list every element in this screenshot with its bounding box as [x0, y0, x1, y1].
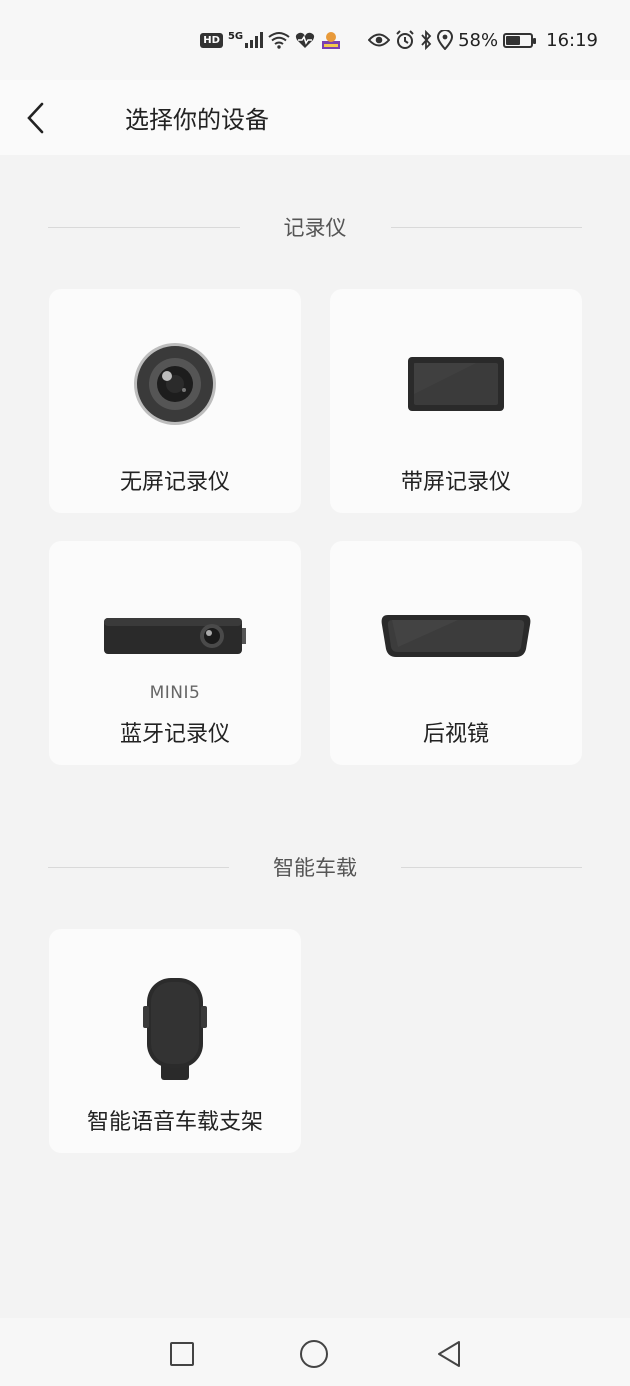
section-header-smart-car: 智能车载 — [48, 852, 582, 882]
device-card-voice-phone-mount[interactable]: 智能语音车载支架 — [49, 929, 301, 1153]
app-header: 选择你的设备 — [0, 80, 630, 155]
battery-icon — [503, 32, 537, 48]
recent-apps-button[interactable] — [166, 1338, 198, 1370]
chevron-left-icon — [27, 102, 44, 134]
device-card-bluetooth-recorder[interactable]: MINI5 蓝牙记录仪 — [49, 541, 301, 765]
device-label: 带屏记录仪 — [400, 470, 511, 495]
hd-icon: HD — [200, 32, 223, 48]
alarm-icon — [396, 30, 414, 49]
signal-5g-icon: 5G — [228, 32, 264, 48]
divider-line — [48, 866, 229, 868]
bluetooth-recorder-icon — [104, 618, 246, 654]
section-title: 记录仪 — [283, 216, 347, 240]
section-header-recorders: 记录仪 — [48, 212, 582, 242]
device-label: 无屏记录仪 — [119, 470, 230, 495]
system-nav-bar — [0, 1318, 630, 1386]
home-icon — [300, 1340, 328, 1368]
device-model-label: MINI5 — [149, 683, 201, 703]
back-triangle-icon — [438, 1341, 460, 1367]
status-bar: HD 5G 58% 16:19 — [0, 0, 630, 80]
bluetooth-icon — [421, 30, 432, 50]
rearview-mirror-icon — [381, 615, 531, 657]
device-label: 智能语音车载支架 — [86, 1110, 263, 1135]
device-card-screenless-recorder[interactable]: 无屏记录仪 — [49, 289, 301, 513]
divider-line — [390, 226, 582, 228]
device-label: 后视镜 — [422, 722, 489, 747]
back-button[interactable] — [22, 100, 52, 136]
eye-icon — [368, 33, 391, 47]
clock: 16:19 — [546, 29, 598, 51]
system-back-button[interactable] — [433, 1338, 465, 1370]
location-icon — [437, 30, 454, 50]
recent-apps-icon — [170, 1342, 194, 1366]
divider-line — [48, 226, 240, 228]
status-right-icons: 58% 16:19 — [368, 30, 598, 51]
wifi-icon — [268, 32, 290, 49]
home-button[interactable] — [298, 1338, 330, 1370]
page-title: 选择你的设备 — [125, 106, 269, 134]
app-notification-icon — [322, 32, 341, 49]
screen-recorder-icon — [408, 357, 504, 411]
battery-fill — [506, 35, 521, 45]
section-title: 智能车载 — [273, 856, 357, 880]
health-heart-icon — [295, 32, 315, 48]
camera-lens-icon — [134, 343, 216, 425]
device-select-screen: HD 5G 58% 16:19 选择你的设备 记录仪 无屏记录仪 带屏记录仪 M… — [0, 0, 630, 1386]
device-card-rearview-mirror[interactable]: 后视镜 — [330, 541, 582, 765]
battery-percent: 58% — [458, 29, 499, 51]
device-card-screen-recorder[interactable]: 带屏记录仪 — [330, 289, 582, 513]
status-left-icons: HD 5G — [200, 29, 342, 51]
device-label: 蓝牙记录仪 — [119, 722, 230, 747]
divider-line — [401, 866, 582, 868]
phone-mount-icon — [143, 978, 207, 1080]
